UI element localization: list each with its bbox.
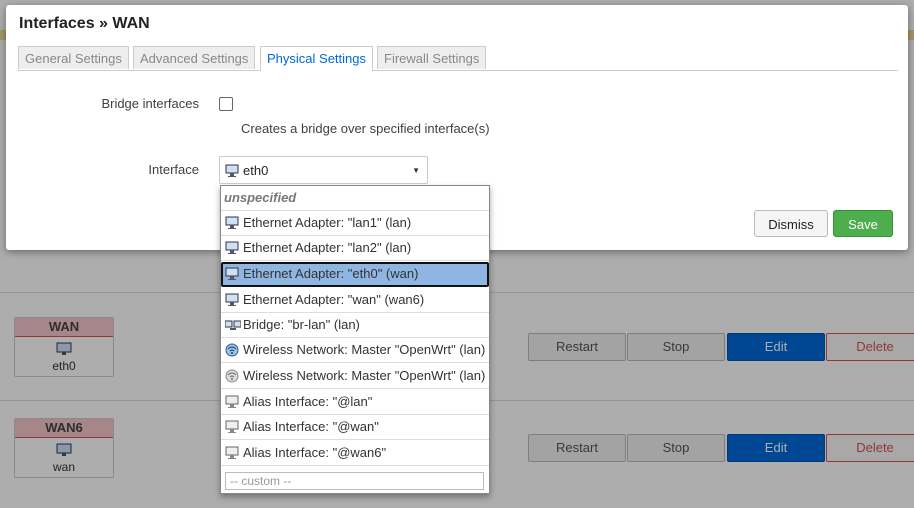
dropdown-item[interactable]: Wireless Network: Master "OpenWrt" (lan) [221, 364, 489, 389]
tab-general-settings[interactable]: General Settings [18, 46, 129, 69]
dropdown-item[interactable]: Ethernet Adapter: "wan" (wan6) [221, 288, 489, 313]
ethernet-icon [225, 216, 239, 229]
dropdown-item-unspecified[interactable]: unspecified [221, 186, 489, 211]
dropdown-item-label: Wireless Network: Master "OpenWrt" (lan) [243, 342, 486, 357]
wifi-icon [225, 369, 239, 383]
dropdown-item[interactable]: Wireless Network: Master "OpenWrt" (lan) [221, 338, 489, 363]
bridge-interfaces-description: Creates a bridge over specified interfac… [241, 121, 490, 136]
interface-select-value: eth0 [243, 163, 269, 178]
dropdown-item-label: Alias Interface: "@wan6" [243, 445, 387, 460]
ethernet-icon [225, 241, 239, 254]
tab-physical-settings[interactable]: Physical Settings [260, 46, 373, 71]
interface-dropdown: unspecified Ethernet Adapter: "lan1" (la… [220, 185, 490, 494]
custom-interface-input[interactable]: -- custom -- [225, 472, 484, 490]
dropdown-item[interactable]: Ethernet Adapter: "lan1" (lan) [221, 211, 489, 236]
bridge-interfaces-label: Bridge interfaces [101, 96, 199, 111]
dropdown-item-label: Ethernet Adapter: "lan1" (lan) [243, 215, 412, 230]
ethernet-icon [225, 164, 239, 177]
dropdown-item-label: Ethernet Adapter: "eth0" (wan) [243, 266, 419, 281]
tab-firewall-settings[interactable]: Firewall Settings [377, 46, 487, 69]
alias-icon [225, 420, 239, 433]
dropdown-item-label: Alias Interface: "@wan" [243, 419, 379, 434]
alias-icon [225, 395, 239, 408]
alias-icon [225, 446, 239, 459]
interface-label: Interface [148, 162, 199, 177]
modal-title: Interfaces » WAN [19, 15, 150, 32]
interface-select[interactable]: eth0 ▼ [219, 156, 428, 184]
dropdown-item-label: Ethernet Adapter: "lan2" (lan) [243, 240, 412, 255]
wifi-icon [225, 343, 239, 357]
dropdown-item-label: Alias Interface: "@lan" [243, 394, 373, 409]
dropdown-item[interactable]: Bridge: "br-lan" (lan) [221, 313, 489, 338]
dropdown-item[interactable]: Ethernet Adapter: "lan2" (lan) [221, 236, 489, 261]
dropdown-item-label: Bridge: "br-lan" (lan) [243, 317, 360, 332]
dropdown-item[interactable]: Alias Interface: "@wan6" [221, 441, 489, 466]
dropdown-item-label: Ethernet Adapter: "wan" (wan6) [243, 292, 425, 307]
save-button[interactable]: Save [833, 210, 893, 237]
dropdown-item-selected[interactable]: Ethernet Adapter: "eth0" (wan) [221, 262, 489, 287]
ethernet-icon [225, 267, 239, 280]
dropdown-item[interactable]: Alias Interface: "@lan" [221, 390, 489, 415]
settings-tabs: General Settings Advanced Settings Physi… [18, 46, 898, 71]
dropdown-item-label: unspecified [224, 190, 297, 205]
bridge-icon [225, 320, 241, 330]
dropdown-item-label: Wireless Network: Master "OpenWrt" (lan) [243, 368, 486, 383]
chevron-down-icon: ▼ [412, 166, 420, 175]
tab-advanced-settings[interactable]: Advanced Settings [133, 46, 256, 69]
ethernet-icon [225, 293, 239, 306]
dismiss-button[interactable]: Dismiss [754, 210, 828, 237]
dropdown-item[interactable]: Alias Interface: "@wan" [221, 415, 489, 440]
bridge-interfaces-checkbox[interactable] [219, 97, 233, 111]
